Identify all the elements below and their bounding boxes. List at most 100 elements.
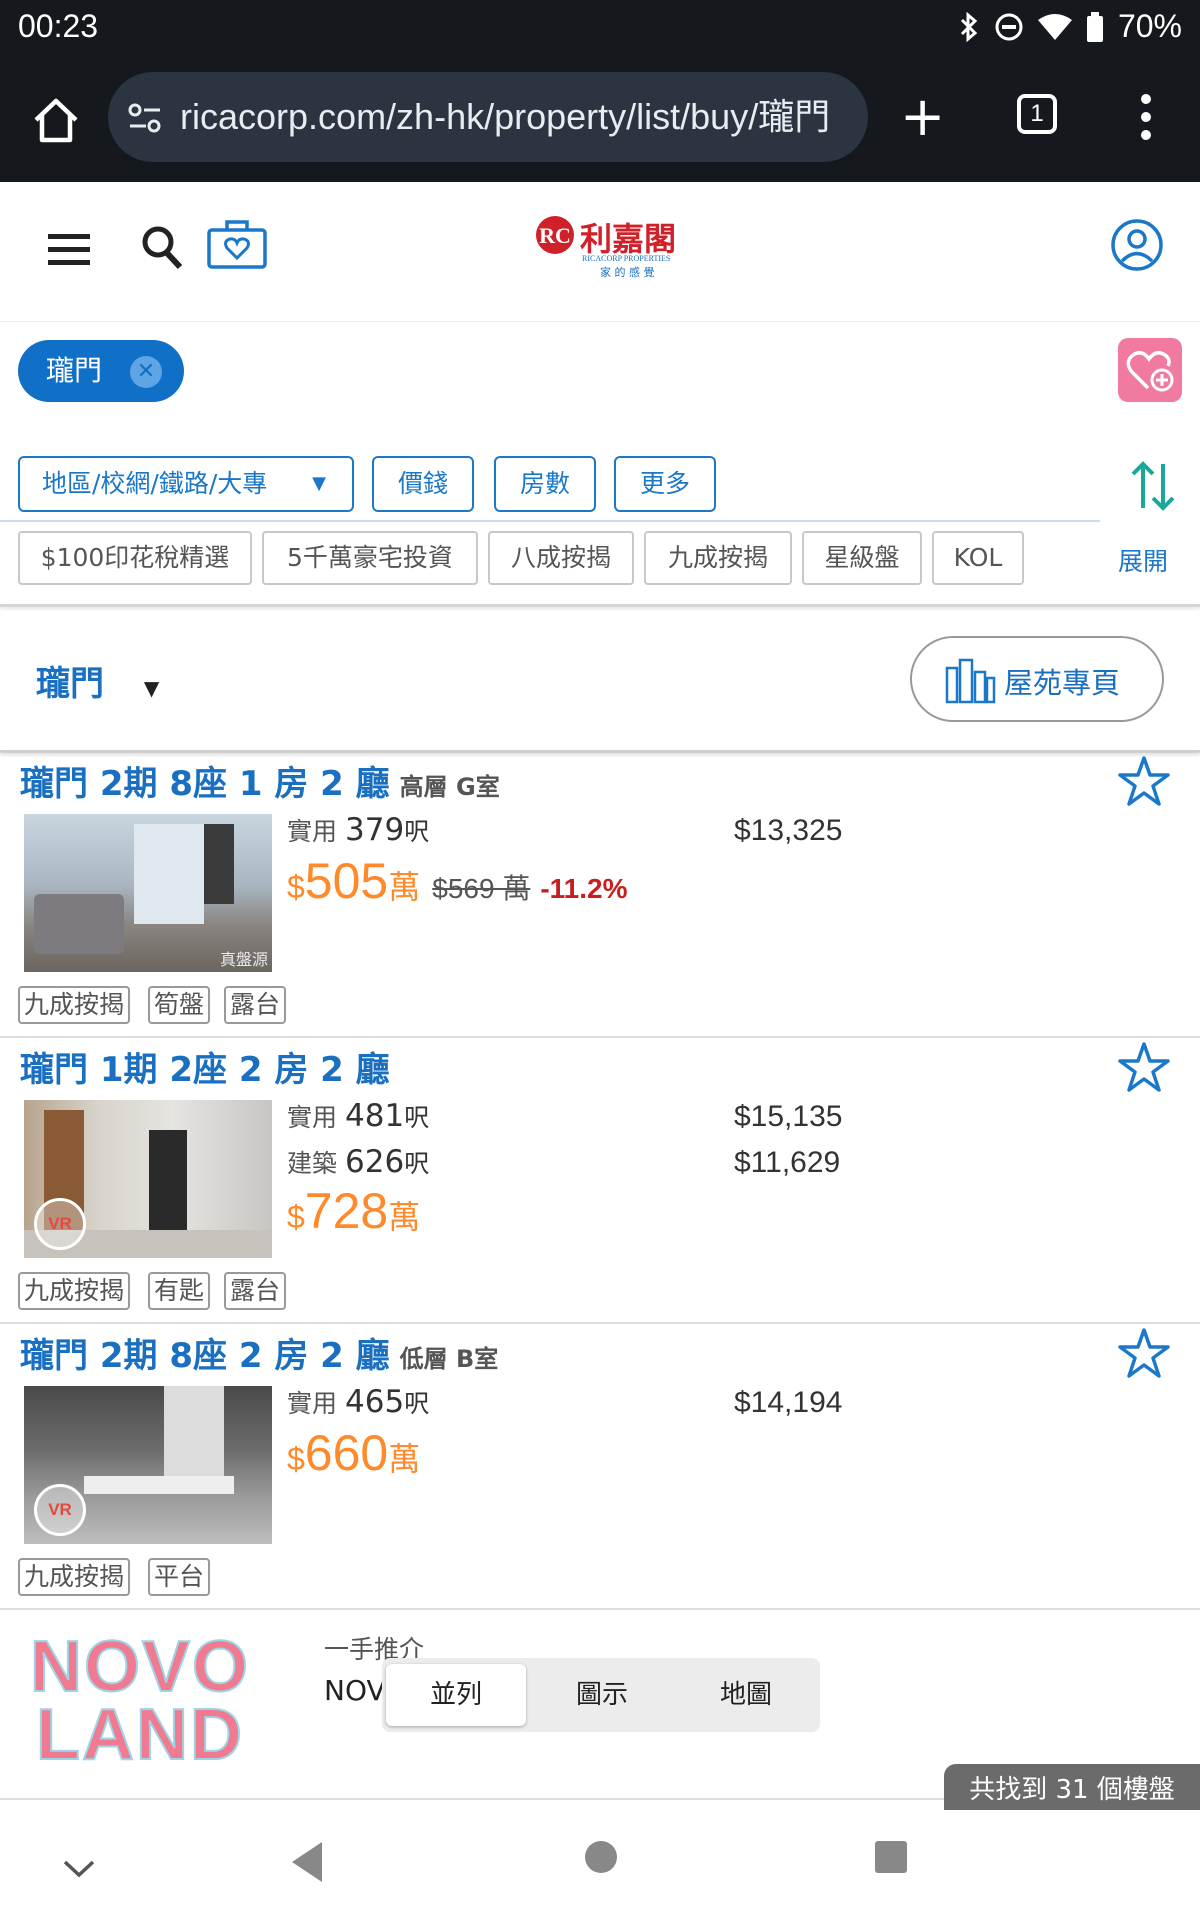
novo-land-logo: NOVO LAND bbox=[29, 1626, 280, 1776]
area-unit: 呎 bbox=[404, 1389, 430, 1418]
battery-icon bbox=[1086, 11, 1103, 42]
quick-filter-kol[interactable]: KOL bbox=[932, 531, 1024, 585]
estate-page-label: 屋苑專頁 bbox=[1004, 666, 1121, 700]
logo-subtitle: RICACORP PROPERTIES bbox=[582, 254, 671, 263]
sort-icon[interactable] bbox=[1128, 458, 1178, 514]
address-bar[interactable]: ricacorp.com/zh-hk/property/list/buy/瓏門 bbox=[108, 72, 868, 162]
section-divider bbox=[0, 604, 1200, 607]
listing-tag: 平台 bbox=[148, 1558, 211, 1596]
home-button-icon[interactable] bbox=[584, 1840, 618, 1874]
listing-title-text: 瓏門 2期 8座 1 房 2 廳 bbox=[20, 764, 390, 804]
more-filter-button[interactable]: 更多 bbox=[614, 456, 716, 512]
listing-unit: 高層 G室 bbox=[399, 773, 500, 801]
do-not-disturb-icon bbox=[995, 13, 1023, 40]
logo-tagline: 家 的 感 覺 bbox=[600, 266, 655, 279]
listing-card[interactable]: 瓏門 2期 8座 1 房 2 廳高層 G室 真盤源 實用 379呎 $13,325… bbox=[0, 754, 1200, 1034]
list-top-divider bbox=[0, 750, 1200, 753]
star-icon[interactable] bbox=[1116, 1040, 1172, 1096]
account-icon[interactable] bbox=[1110, 218, 1164, 272]
saved-properties-icon[interactable] bbox=[206, 218, 268, 270]
price-value: 660 bbox=[304, 1425, 389, 1481]
listing-card[interactable]: 瓏門 2期 8座 2 房 2 廳低層 B室 VR 實用 465呎 $14,194 … bbox=[0, 1326, 1200, 1606]
listing-tag: 露台 bbox=[224, 1272, 287, 1310]
home-icon[interactable] bbox=[30, 94, 82, 146]
listing-title[interactable]: 瓏門 2期 8座 1 房 2 廳高層 G室 bbox=[20, 756, 500, 805]
back-icon[interactable] bbox=[288, 1840, 326, 1884]
view-mode-toggle: 並列 圖示 地圖 bbox=[382, 1658, 820, 1732]
browser-menu-icon[interactable] bbox=[1132, 90, 1160, 150]
vr-badge[interactable]: VR bbox=[34, 1198, 86, 1250]
listing-photo[interactable]: VR bbox=[24, 1100, 272, 1258]
quick-filter-80-mortgage[interactable]: 八成按揭 bbox=[488, 531, 634, 585]
price-per-sqft-gross: $11,629 bbox=[734, 1146, 841, 1179]
verified-badge: 真盤源 bbox=[219, 950, 268, 969]
new-tab-icon[interactable]: + bbox=[900, 90, 945, 144]
sofa-shape bbox=[34, 894, 124, 954]
listing-tag: 九成按揭 bbox=[18, 1558, 131, 1596]
district-filter-dropdown[interactable]: 地區/校網/鐵路/大專 ▼ bbox=[18, 456, 354, 512]
quick-filter-stamp-duty[interactable]: $100印花稅精選 bbox=[18, 531, 252, 585]
listing-title-text: 瓏門 1期 2座 2 房 2 廳 bbox=[20, 1050, 390, 1090]
tab-switcher-button[interactable]: 1 bbox=[1017, 94, 1057, 134]
listing-divider bbox=[0, 1322, 1200, 1324]
star-icon[interactable] bbox=[1116, 754, 1172, 810]
currency-symbol: $ bbox=[287, 1199, 305, 1235]
view-grid-tab[interactable]: 圖示 bbox=[532, 1664, 672, 1726]
listing-area-saleable: 實用 465呎 bbox=[287, 1384, 429, 1420]
view-map-tab[interactable]: 地圖 bbox=[676, 1664, 816, 1726]
area-label: 實用 bbox=[287, 1389, 338, 1418]
currency-symbol: $ bbox=[287, 1441, 305, 1477]
recent-apps-icon[interactable] bbox=[874, 1840, 908, 1874]
bluetooth-icon bbox=[960, 11, 978, 42]
listing-price: $660萬 bbox=[287, 1424, 420, 1482]
browser-toolbar: ricacorp.com/zh-hk/property/list/buy/瓏門 … bbox=[0, 56, 1200, 182]
estate-name: 瓏門 bbox=[36, 664, 104, 704]
listing-card[interactable]: 瓏門 1期 2座 2 房 2 廳 VR 實用 481呎 $15,135 建築 626… bbox=[0, 1040, 1200, 1320]
view-list-tab[interactable]: 並列 bbox=[386, 1664, 526, 1726]
star-icon[interactable] bbox=[1116, 1326, 1172, 1382]
discount-percent: -11.2% bbox=[540, 873, 628, 904]
listing-photo[interactable]: VR bbox=[24, 1386, 272, 1544]
ricacorp-emblem-icon: RC bbox=[536, 216, 574, 254]
promo-name: NOV bbox=[324, 1674, 386, 1707]
status-bar: 00:23 70% bbox=[0, 0, 1200, 56]
area-unit: 呎 bbox=[404, 817, 430, 846]
listing-title[interactable]: 瓏門 1期 2座 2 房 2 廳 bbox=[20, 1042, 390, 1091]
location-chip[interactable]: 瓏門 ✕ bbox=[18, 340, 184, 402]
wifi-icon bbox=[1037, 13, 1072, 40]
price-filter-button[interactable]: 價錢 bbox=[372, 456, 474, 512]
listing-area-saleable: 實用 481呎 bbox=[287, 1098, 429, 1134]
search-icon[interactable] bbox=[140, 224, 184, 272]
estate-selector[interactable]: 瓏門 ▼ bbox=[36, 656, 159, 705]
more-filter-label: 更多 bbox=[639, 469, 690, 498]
district-filter-label: 地區/校網/鐵路/大專 bbox=[42, 469, 268, 498]
url-text: ricacorp.com/zh-hk/property/list/buy/瓏門 bbox=[180, 96, 831, 137]
quick-filter-star[interactable]: 星級盤 bbox=[802, 531, 922, 585]
estate-page-button[interactable]: 屋苑專頁 bbox=[910, 636, 1164, 722]
rooms-filter-button[interactable]: 房數 bbox=[494, 456, 596, 512]
quick-filter-label: 星級盤 bbox=[824, 543, 900, 572]
hamburger-menu-icon[interactable] bbox=[48, 232, 94, 268]
collapse-keyboard-icon[interactable] bbox=[62, 1858, 96, 1880]
quick-filter-luxury[interactable]: 5千萬豪宅投資 bbox=[262, 531, 478, 585]
remove-filter-icon[interactable]: ✕ bbox=[130, 356, 162, 388]
rooms-filter-label: 房數 bbox=[519, 469, 570, 498]
doorway-shape bbox=[149, 1130, 187, 1230]
vr-badge[interactable]: VR bbox=[34, 1484, 86, 1536]
listing-tag: 筍盤 bbox=[148, 986, 211, 1024]
price-per-sqft: $15,135 bbox=[734, 1100, 843, 1133]
ricacorp-logo[interactable]: RC 利嘉閣 RICACORP PROPERTIES 家 的 感 覺 bbox=[534, 214, 694, 284]
listing-photo[interactable]: 真盤源 bbox=[24, 814, 272, 972]
filter-divider bbox=[0, 520, 1100, 522]
site-settings-icon[interactable] bbox=[126, 99, 164, 137]
building-icon bbox=[945, 658, 996, 704]
svg-text:RC: RC bbox=[539, 223, 571, 248]
add-favourite-button[interactable] bbox=[1118, 338, 1182, 402]
quick-filter-90-mortgage[interactable]: 九成按揭 bbox=[644, 531, 792, 585]
listing-title[interactable]: 瓏門 2期 8座 2 房 2 廳低層 B室 bbox=[20, 1328, 498, 1377]
counter-shape bbox=[84, 1476, 234, 1494]
area-value: 481 bbox=[345, 1098, 405, 1134]
quick-filter-label: 八成按揭 bbox=[510, 543, 611, 572]
expand-filters-link[interactable]: 展開 bbox=[1118, 542, 1168, 578]
listing-price: $728萬 bbox=[287, 1182, 420, 1240]
